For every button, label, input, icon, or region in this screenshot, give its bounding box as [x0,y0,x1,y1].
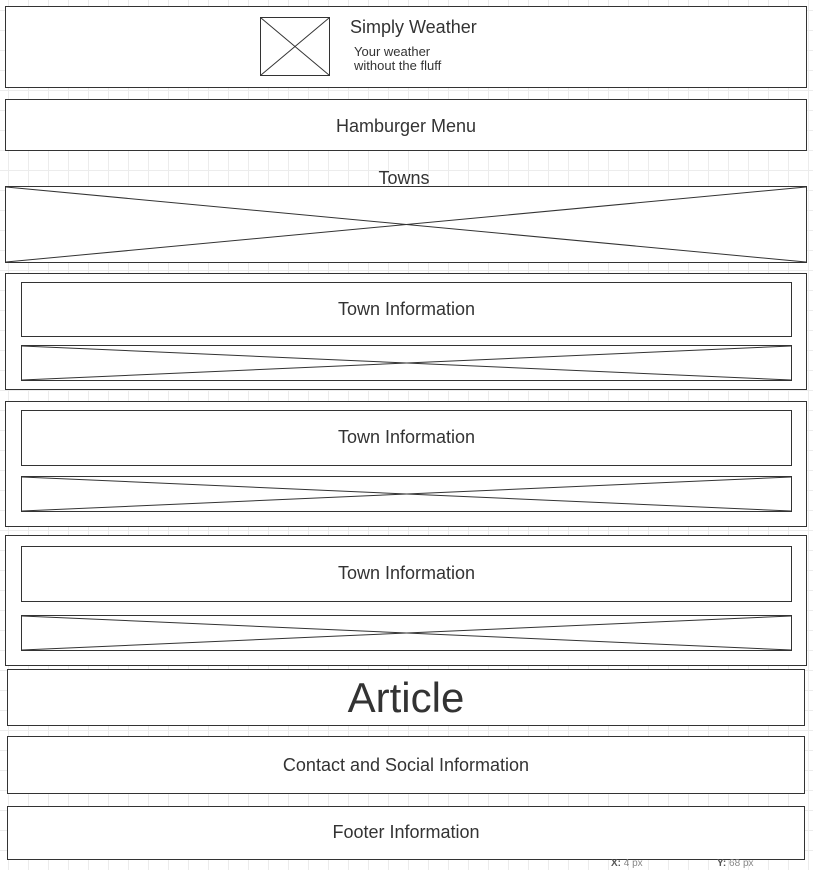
contact-social-box: Contact and Social Information [7,736,805,794]
town-info-label: Town Information [337,563,476,583]
footer-label: Footer Information [332,822,480,842]
town-card: Town Information [5,535,807,666]
towns-image-placeholder-icon [5,186,807,263]
hamburger-menu[interactable]: Hamburger Menu [5,99,807,151]
site-tagline: Your weather without the fluff [354,45,441,73]
image-placeholder-icon [260,17,330,76]
town-info-box[interactable]: Town Information [21,410,792,466]
y-coordinate-value: 68 px [729,858,754,869]
town-image-placeholder-icon [21,615,792,651]
town-card: Town Information [5,401,807,527]
footer-box: Footer Information [7,806,805,860]
town-info-label: Town Information [337,299,476,319]
x-coordinate-readout: X: 4 px [611,858,643,869]
header-box: Simply Weather Your weather without the … [5,6,807,88]
town-image-placeholder-icon [21,345,792,381]
article-box: Article [7,669,805,726]
contact-social-label: Contact and Social Information [282,755,530,775]
site-title: Simply Weather [350,17,477,37]
town-info-label: Town Information [337,427,476,447]
y-coordinate-readout: Y: 68 px [717,858,754,869]
town-info-box[interactable]: Town Information [21,546,792,602]
town-info-box[interactable]: Town Information [21,282,792,337]
hamburger-menu-label: Hamburger Menu [335,116,477,136]
article-label: Article [347,674,465,721]
x-coordinate-value: 4 px [623,858,643,869]
town-image-placeholder-icon [21,476,792,512]
x-coordinate-key: X: [611,858,621,869]
tagline-line-2: without the fluff [354,58,442,73]
tagline-line-1: Your weather [354,44,431,59]
y-coordinate-key: Y: [717,858,727,869]
town-card: Town Information [5,273,807,390]
